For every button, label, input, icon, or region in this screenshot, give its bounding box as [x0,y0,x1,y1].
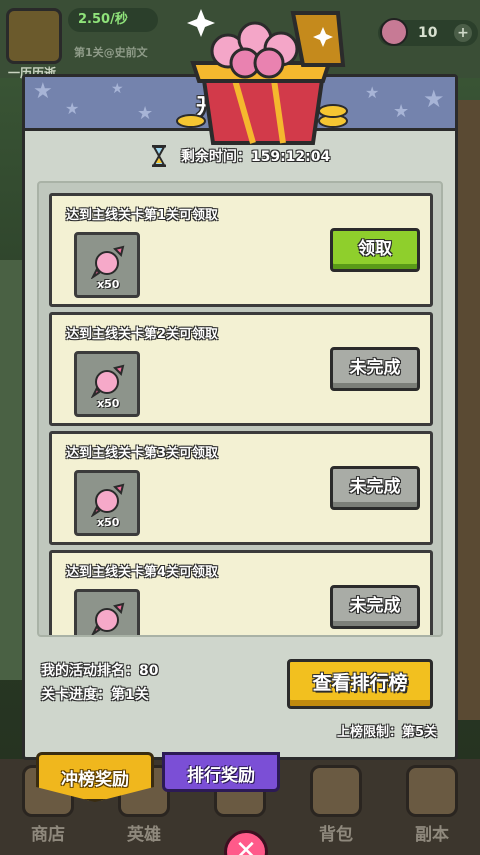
bag-icon [310,765,362,817]
tab-rush-rewards-label: 冲榜奖励 [61,770,129,790]
task-list[interactable]: 达到主线关卡第1关可领取 x50 领取 达到主线关卡第2关可领取 x50 未完成… [37,181,443,637]
nav-shop-label: 商店 [31,825,65,845]
task-card: 达到主线关卡第2关可领取 x50 未完成 [49,312,433,426]
hourglass-icon [151,145,166,167]
view-leaderboard-button[interactable]: 查看排行榜 [287,659,433,709]
current-stage: 第1关@史前文 [74,46,148,59]
task-description: 达到主线关卡第1关可领取 [66,208,219,223]
rank-info: 我的活动排名：80 关卡进度：第1关 [41,659,158,707]
left-side-panel [0,260,22,680]
tab-rank-rewards[interactable]: 排行奖励 [162,752,280,792]
nav-bag[interactable]: 背包 [288,759,384,855]
gem-icon [380,18,408,46]
rank-limit: 上榜限制：第5关 [336,725,437,740]
income-rate: 2.50/秒 [68,8,158,32]
add-gem-button[interactable]: + [454,24,472,42]
reward-quantity: x50 [97,516,120,529]
candy-icon [91,364,125,398]
candy-icon [91,602,125,635]
task-description: 达到主线关卡第3关可领取 [66,446,219,461]
reward-quantity: x50 [97,397,120,410]
task-description: 达到主线关卡第4关可领取 [66,565,219,580]
right-side-panel [458,100,480,720]
treasure-chest-icon [176,9,348,145]
reward-item[interactable]: x50 [74,470,140,536]
rush-rank-dialog: ★ ★ ★ ★ ★ ★ ★ 开服冲榜 剩余时间：159:12:04 [22,9,458,760]
nav-bag-label: 背包 [319,825,353,845]
candy-icon [91,483,125,517]
reward-item[interactable] [74,589,140,635]
gem-count: 10 [418,25,438,41]
gem-counter: 10 + [378,18,478,46]
incomplete-button[interactable]: 未完成 [330,466,420,510]
task-card: 达到主线关卡第3关可领取 x50 未完成 [49,431,433,545]
reward-quantity: x50 [97,278,120,291]
candy-icon [91,245,125,279]
nav-dungeon[interactable]: 副本 [384,759,480,855]
incomplete-button[interactable]: 未完成 [330,347,420,391]
nav-dungeon-label: 副本 [415,825,449,845]
claim-button[interactable]: 领取 [330,228,420,272]
incomplete-button[interactable]: 未完成 [330,585,420,629]
player-avatar[interactable] [6,8,62,64]
task-card: 达到主线关卡第4关可领取 未完成 [49,550,433,635]
my-rank: 我的活动排名：80 [41,663,159,679]
task-card: 达到主线关卡第1关可领取 x50 领取 [49,193,433,307]
reward-item[interactable]: x50 [74,351,140,417]
dungeon-icon [406,765,458,817]
task-description: 达到主线关卡第2关可领取 [66,327,219,342]
tab-rank-rewards-label: 排行奖励 [187,766,255,786]
nav-heroes-label: 英雄 [127,825,161,845]
reward-item[interactable]: x50 [74,232,140,298]
stage-progress: 关卡进度：第1关 [41,687,149,703]
